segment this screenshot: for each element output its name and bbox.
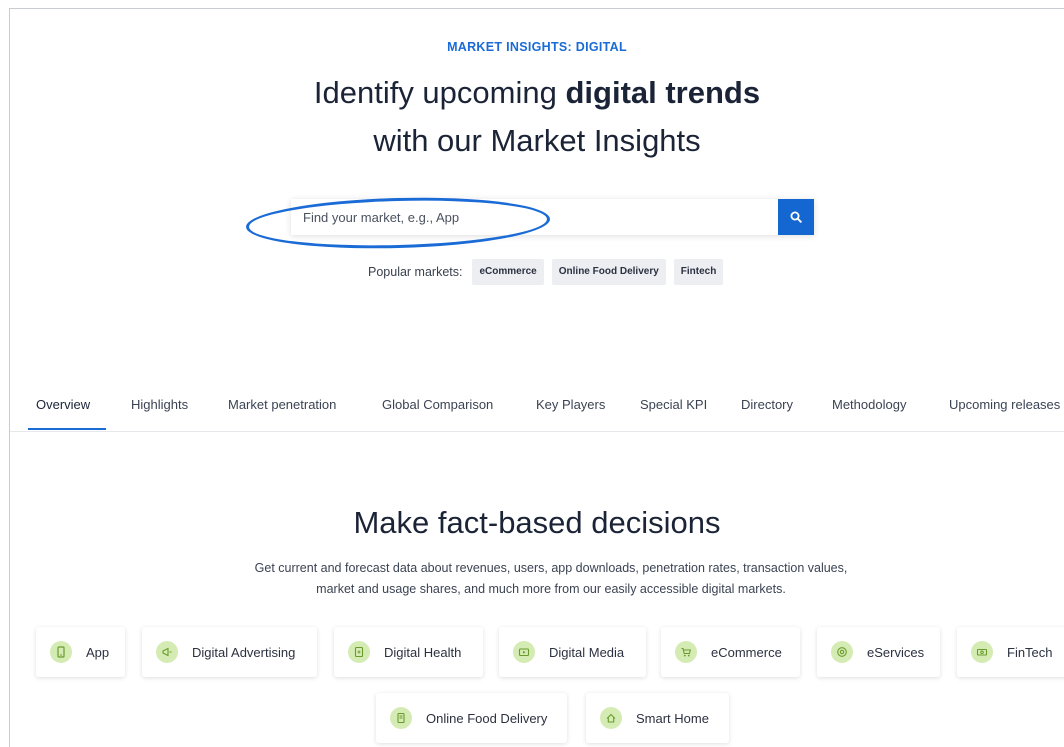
headline-line2: with our Market Insights [373,123,701,158]
market-label: Digital Advertising [192,644,296,660]
media-icon [513,641,535,663]
cart-icon [675,641,697,663]
market-label: FinTech [1007,644,1053,660]
popular-markets: Popular markets: eCommerce Online Food D… [368,259,724,285]
chip-fintech[interactable]: Fintech [673,259,724,285]
tab-key-players[interactable]: Key Players [536,397,605,412]
market-card-digital-media[interactable]: Digital Media [499,627,646,677]
market-label: Smart Home [636,710,709,726]
tab-highlights[interactable]: Highlights [131,397,188,412]
subtitle-line1: Get current and forecast data about reve… [254,561,848,575]
tab-methodology[interactable]: Methodology [832,397,906,412]
headline-bold: digital trends [565,75,761,110]
market-card-fintech[interactable]: FinTech [957,627,1064,677]
tab-directory[interactable]: Directory [741,397,793,412]
market-label: Digital Health [384,644,462,660]
tab-global-comparison[interactable]: Global Comparison [382,397,493,412]
tab-upcoming-releases[interactable]: Upcoming releases [949,397,1060,412]
megaphone-icon [156,641,178,663]
search-icon [790,211,802,223]
section-title: Make fact-based decisions [353,505,721,540]
tab-market-penetration[interactable]: Market penetration [228,397,336,412]
market-card-digital-advertising[interactable]: Digital Advertising [142,627,317,677]
eyebrow-label: MARKET INSIGHTS: DIGITAL [447,40,627,54]
market-card-ecommerce[interactable]: eCommerce [661,627,800,677]
market-card-eservices[interactable]: eServices [817,627,940,677]
market-label: App [86,644,110,660]
search-button[interactable] [778,199,814,235]
food-delivery-icon [390,707,412,729]
market-card-online-food-delivery[interactable]: Online Food Delivery [376,693,567,743]
page-headline: Identify upcoming digital trends with ou… [10,69,1064,165]
tab-bar: Overview Highlights Market penetration G… [10,385,1064,432]
subtitle-line2: market and usage shares, and much more f… [316,582,786,596]
phone-icon [50,641,72,663]
market-label: eServices [867,644,925,660]
market-card-app[interactable]: App [36,627,125,677]
popular-label: Popular markets: [368,265,463,279]
market-search [291,199,814,235]
market-label: Online Food Delivery [426,710,548,726]
smart-home-icon [600,707,622,729]
chip-online-food-delivery[interactable]: Online Food Delivery [551,259,666,285]
health-device-icon [348,641,370,663]
chip-ecommerce[interactable]: eCommerce [472,259,544,285]
tab-special-kpi[interactable]: Special KPI [640,397,707,412]
market-card-digital-health[interactable]: Digital Health [334,627,483,677]
active-tab-indicator [28,428,106,430]
headline-text: Identify upcoming [313,75,566,110]
market-label: eCommerce [711,644,782,660]
search-input[interactable] [291,199,778,235]
market-label: Digital Media [549,644,625,660]
at-sign-icon [831,641,853,663]
section-subtitle: Get current and forecast data about reve… [160,558,942,600]
page-frame: MARKET INSIGHTS: DIGITAL Identify upcomi… [9,8,1064,747]
market-card-smart-home[interactable]: Smart Home [586,693,729,743]
tab-overview[interactable]: Overview [36,397,90,412]
banknote-icon [971,641,993,663]
